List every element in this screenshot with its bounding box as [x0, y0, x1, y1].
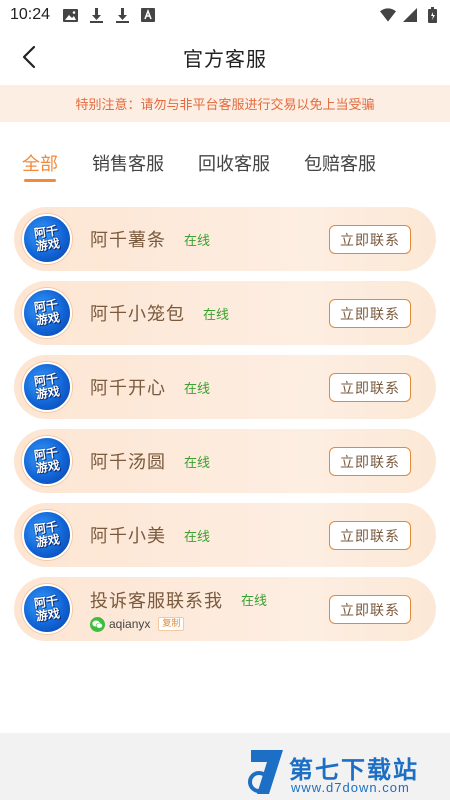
avatar-logo: 阿千 游戏 — [33, 297, 61, 328]
status-icons-right — [380, 7, 440, 23]
copy-button[interactable]: 复制 — [158, 617, 185, 631]
status-bar: 10:24 — [0, 0, 450, 30]
list-item: 阿千 游戏 阿千小笼包 在线 立即联系 — [14, 281, 436, 345]
tab-compensation[interactable]: 包赔客服 — [304, 138, 376, 184]
status-icons-left — [62, 7, 156, 23]
agent-list: 阿千 游戏 阿千薯条 在线 立即联系 阿千 游戏 阿千小笼包 在线 立即联系 阿千游… — [14, 207, 436, 651]
font-icon — [140, 7, 156, 23]
avatar: 阿千 游戏 — [22, 584, 72, 634]
notice-text: 特别注意：请勿与非平台客服进行交易以免上当受骗 — [75, 98, 375, 113]
avatar-logo: 阿千 游戏 — [33, 445, 61, 476]
wechat-id: aqianyx — [109, 617, 151, 631]
online-status: 在线 — [184, 233, 211, 249]
chevron-left-icon — [22, 45, 36, 69]
status-time: 10:24 — [10, 6, 51, 23]
agent-name: 阿千薯条 — [90, 230, 166, 251]
avatar: 阿千 游戏 — [22, 510, 72, 560]
header: 官方客服 — [0, 30, 450, 85]
online-status: 在线 — [184, 529, 211, 545]
avatar-logo: 阿千 游戏 — [33, 371, 61, 402]
avatar: 阿千 游戏 — [22, 288, 72, 338]
agent-name: 阿千开心 — [90, 378, 166, 399]
list-item: 阿千 游戏 投诉客服联系我 在线 aqianyx 复制 立即联系 — [14, 577, 436, 641]
tab-all[interactable]: 全部 — [22, 138, 58, 184]
online-status: 在线 — [203, 307, 230, 323]
avatar: 阿千 游戏 — [22, 214, 72, 264]
contact-button[interactable]: 立即联系 — [329, 447, 411, 476]
list-item: 阿千 游戏 阿千汤圆 在线 立即联系 — [14, 429, 436, 493]
watermark-url: www.d7down.com — [291, 780, 410, 795]
online-status: 在线 — [241, 594, 268, 609]
back-button[interactable] — [14, 42, 44, 72]
agent-name: 阿千小笼包 — [90, 304, 185, 325]
page-title: 官方客服 — [183, 47, 267, 71]
avatar: 阿千 游戏 — [22, 362, 72, 412]
download-icon — [114, 7, 130, 23]
image-icon — [62, 7, 78, 23]
avatar-logo: 阿千 游戏 — [33, 593, 61, 624]
tab-recycle[interactable]: 回收客服 — [198, 138, 270, 184]
list-item: 阿千 游戏 阿千薯条 在线 立即联系 — [14, 207, 436, 271]
agent-name: 阿千小美 — [90, 526, 166, 547]
watermark: 第七下载站 www.d7down.com — [247, 748, 442, 800]
avatar-logo: 阿千 游戏 — [33, 519, 61, 550]
contact-button[interactable]: 立即联系 — [329, 225, 411, 254]
contact-button[interactable]: 立即联系 — [329, 299, 411, 328]
tab-sales[interactable]: 销售客服 — [92, 138, 164, 184]
signal-icon — [402, 7, 418, 23]
avatar-logo: 阿千 游戏 — [33, 223, 61, 254]
wifi-icon — [380, 7, 396, 23]
contact-button[interactable]: 立即联系 — [329, 521, 411, 550]
contact-button[interactable]: 立即联系 — [329, 595, 411, 624]
agent-name: 投诉客服联系我 — [90, 590, 223, 612]
warning-notice: 特别注意：请勿与非平台客服进行交易以免上当受骗 — [0, 85, 450, 122]
list-item: 阿千 游戏 阿千开心 在线 立即联系 — [14, 355, 436, 419]
avatar: 阿千 游戏 — [22, 436, 72, 486]
watermark-logo-icon — [247, 748, 285, 796]
agent-name: 阿千汤圆 — [90, 452, 166, 473]
online-status: 在线 — [184, 455, 211, 471]
contact-button[interactable]: 立即联系 — [329, 373, 411, 402]
online-status: 在线 — [184, 381, 211, 397]
wechat-icon — [90, 616, 105, 632]
list-item: 阿千 游戏 阿千小美 在线 立即联系 — [14, 503, 436, 567]
download-icon — [88, 7, 104, 23]
tab-bar: 全部 销售客服 回收客服 包赔客服 — [0, 138, 450, 188]
battery-icon — [424, 7, 440, 23]
